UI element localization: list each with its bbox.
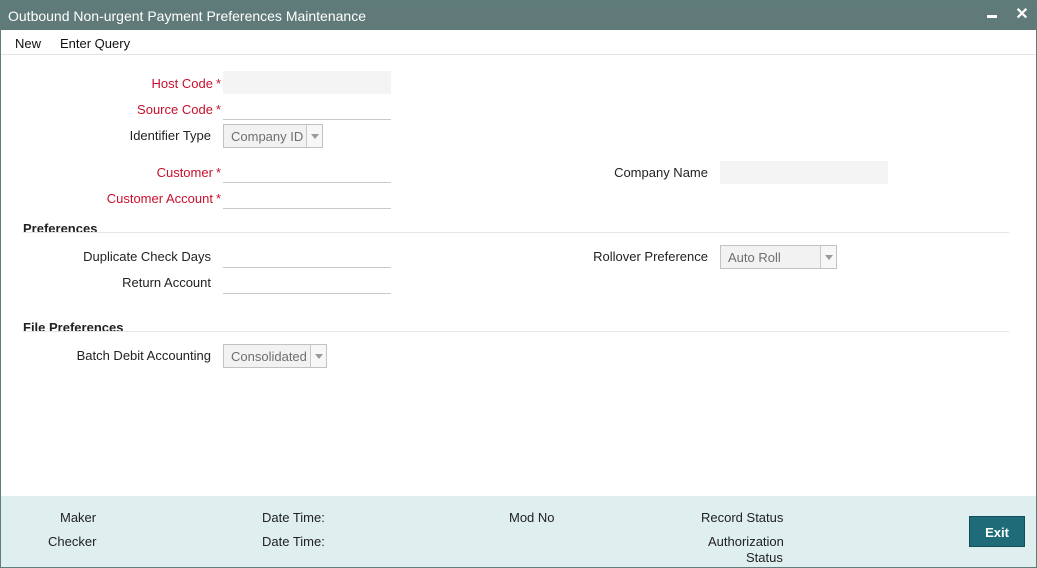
customer-account-label: Customer Account * [41,191,221,206]
minimize-button[interactable] [983,4,1001,26]
company-name-label: Company Name [614,165,708,180]
customer-account-input[interactable] [223,186,391,209]
chevron-down-icon [306,125,322,147]
rollover-preference-select[interactable]: Auto Roll [720,245,837,269]
checker-date-time-label: Date Time: [262,534,325,549]
exit-button[interactable]: Exit [969,516,1025,547]
identifier-type-select[interactable]: Company ID [223,124,323,148]
source-code-label: Source Code * [61,102,221,117]
required-marker: * [215,165,221,180]
chevron-down-icon [310,345,326,367]
batch-debit-accounting-value: Consolidated [231,349,307,364]
host-code-input[interactable] [223,71,391,94]
authorization-status-label-line2: Status [746,550,783,565]
maker-date-time-label: Date Time: [262,510,325,525]
minimize-icon [987,15,997,18]
identifier-type-value: Company ID [231,129,304,144]
chevron-down-icon [820,246,836,268]
rollover-preference-value: Auto Roll [728,250,781,265]
window-title: Outbound Non-urgent Payment Preferences … [8,8,366,24]
file-preferences-divider [23,331,1009,332]
host-code-label: Host Code * [61,76,221,91]
audit-footer: Maker Checker Date Time: Date Time: Mod … [1,496,1036,567]
menu-bar: New Enter Query [1,30,1036,55]
file-preferences-heading: File Preferences [23,320,124,335]
customer-account-label-text: Customer Account [106,191,213,206]
close-button[interactable]: ✕ [1013,4,1031,26]
enter-query-menu-item[interactable]: Enter Query [60,36,130,51]
required-marker: * [215,76,221,91]
required-marker: * [215,191,221,206]
checker-label: Checker [48,534,97,549]
new-menu-item[interactable]: New [15,36,41,51]
authorization-status-label-line1: Authorization [708,534,784,549]
customer-input[interactable] [223,160,391,183]
customer-label-text: Customer [156,165,213,180]
source-code-label-text: Source Code [137,102,213,117]
return-account-label: Return Account [122,275,211,290]
batch-debit-accounting-label: Batch Debit Accounting [76,348,211,363]
host-code-label-text: Host Code [151,76,213,91]
maker-label: Maker [60,510,97,525]
required-marker: * [215,102,221,117]
maintenance-window: Outbound Non-urgent Payment Preferences … [0,0,1037,568]
company-name-input[interactable] [720,161,888,184]
batch-debit-accounting-select[interactable]: Consolidated [223,344,327,368]
duplicate-check-days-input[interactable] [223,245,391,268]
preferences-divider [23,232,1009,233]
preferences-heading: Preferences [23,221,98,236]
return-account-input[interactable] [223,271,391,294]
record-status-label: Record Status [701,510,784,525]
rollover-preference-label: Rollover Preference [593,249,708,264]
customer-label: Customer * [61,165,221,180]
duplicate-check-days-label: Duplicate Check Days [83,249,211,264]
title-bar: Outbound Non-urgent Payment Preferences … [1,1,1036,30]
identifier-type-label: Identifier Type [129,128,211,143]
source-code-input[interactable] [223,97,391,120]
mod-no-label: Mod No [509,510,555,525]
close-icon: ✕ [1015,6,1029,23]
